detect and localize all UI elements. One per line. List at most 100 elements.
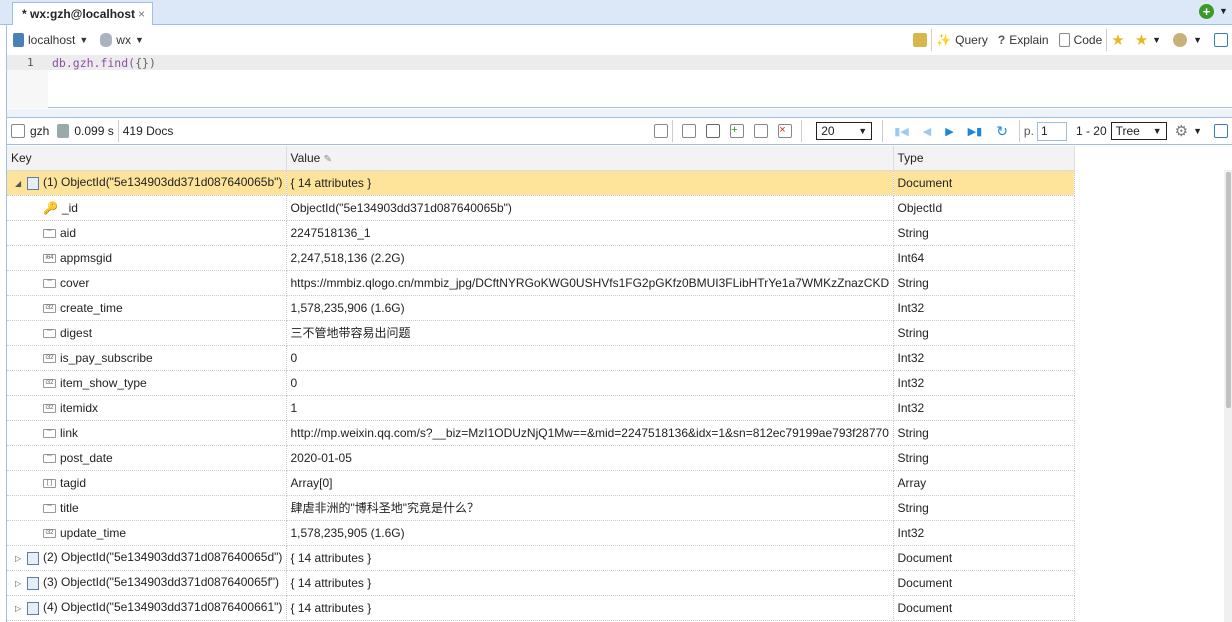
last-page-icon[interactable]: ▶▮ — [968, 125, 983, 138]
chevron-down-icon: ▼ — [858, 126, 868, 136]
value-cell[interactable]: 1,578,235,905 (1.6G) — [286, 520, 894, 546]
key-cell[interactable]: ▷ (4) ObjectId("5e134903dd371d0876400661"… — [7, 595, 287, 621]
key-cell[interactable]: i32 create_time — [7, 295, 287, 321]
value-cell[interactable]: 2020-01-05 — [286, 445, 894, 471]
key-cell[interactable]: "" post_date — [7, 445, 287, 471]
value-cell[interactable]: { 14 attributes } — [286, 545, 894, 571]
query-button[interactable]: ✨ Query — [936, 33, 988, 47]
column-key[interactable]: Key — [7, 146, 287, 171]
delete-document-icon[interactable]: × — [778, 124, 793, 138]
add-document-icon[interactable]: + — [730, 124, 745, 138]
arr-type-icon: [ ] — [43, 478, 56, 488]
field-row[interactable]: "" aid 2247518136_1 String — [7, 220, 1075, 246]
tab-query[interactable]: * wx:gzh@localhost × — [12, 2, 153, 25]
scrollbar-thumb[interactable] — [1226, 172, 1231, 408]
document-row[interactable]: ▷ (2) ObjectId("5e134903dd371d087640065d"… — [7, 545, 1075, 571]
value-cell[interactable]: https://mmbiz.qlogo.cn/mmbiz_jpg/DCftNYR… — [286, 270, 894, 296]
value-cell[interactable]: { 14 attributes } — [286, 570, 894, 596]
field-row[interactable]: "" post_date 2020-01-05 String — [7, 445, 1075, 471]
query-editor[interactable]: 1 db.gzh.find({}) — [7, 55, 1232, 108]
filter-document-icon[interactable] — [706, 124, 721, 138]
value-cell[interactable]: Array[0] — [286, 470, 894, 496]
page-input[interactable]: 1 — [1036, 121, 1067, 141]
host-select[interactable]: localhost ▼ — [13, 33, 88, 47]
favorites-icon[interactable]: ★ — [1135, 31, 1148, 49]
add-favorite-icon[interactable]: ★ — [1111, 31, 1124, 49]
view-document-icon[interactable] — [682, 124, 697, 138]
document-row[interactable]: ◢ (1) ObjectId("5e134903dd371d087640065b"… — [7, 170, 1075, 196]
expand-toggle-icon[interactable]: ▷ — [15, 604, 25, 613]
maximize-icon[interactable] — [1214, 124, 1228, 138]
field-row[interactable]: 🔑 _id ObjectId("5e134903dd371d087640065b")… — [7, 195, 1075, 221]
add-tab-icon[interactable]: + — [1199, 4, 1214, 19]
value-cell[interactable]: ObjectId("5e134903dd371d087640065b") — [286, 195, 894, 221]
view-mode-select[interactable]: Tree ▼ — [1110, 122, 1167, 140]
key-cell[interactable]: 🔑 _id — [7, 195, 287, 221]
chevron-down-icon[interactable]: ▼ — [1193, 35, 1202, 45]
value-cell[interactable]: 2247518136_1 — [286, 220, 894, 246]
splitter[interactable] — [7, 109, 1232, 117]
key-cell[interactable]: "" digest — [7, 320, 287, 346]
key-cell[interactable]: "" aid — [7, 220, 287, 246]
code-button[interactable]: Code — [1058, 33, 1102, 47]
key-cell[interactable]: ◢ (1) ObjectId("5e134903dd371d087640065b"… — [7, 170, 287, 196]
value-cell[interactable]: 肆虐非洲的"博科圣地"究竟是什么？ — [286, 495, 894, 521]
value-cell[interactable]: http://mp.weixin.qq.com/s?__biz=MzI1ODUz… — [286, 420, 894, 446]
expand-toggle-icon[interactable]: ▷ — [15, 554, 25, 563]
key-cell[interactable]: i64 appmsgid — [7, 245, 287, 271]
key-cell[interactable]: i32 update_time — [7, 520, 287, 546]
key-cell[interactable]: "" cover — [7, 270, 287, 296]
value-cell[interactable]: 三不管地带容易出问题 — [286, 320, 894, 346]
close-tab-icon[interactable]: × — [138, 7, 145, 21]
db-select[interactable]: wx ▼ — [100, 33, 144, 47]
document-row[interactable]: ▷ (4) ObjectId("5e134903dd371d0876400661"… — [7, 595, 1075, 621]
field-row[interactable]: "" title 肆虐非洲的"博科圣地"究竟是什么？ String — [7, 495, 1075, 521]
field-row[interactable]: i32 item_show_type 0 Int32 — [7, 370, 1075, 396]
key-cell[interactable]: [ ] tagid — [7, 470, 287, 496]
value-cell[interactable]: 1 — [286, 395, 894, 421]
field-row[interactable]: "" link http://mp.weixin.qq.com/s?__biz=Mz… — [7, 420, 1075, 446]
column-value[interactable]: Value ✎ — [286, 146, 894, 171]
history-icon[interactable] — [1173, 33, 1188, 47]
code-text[interactable]: db.gzh.find({}) — [52, 56, 156, 70]
key-cell[interactable]: "" link — [7, 420, 287, 446]
settings-icon[interactable]: ⚙ — [1175, 122, 1188, 140]
field-row[interactable]: i64 appmsgid 2,247,518,136 (2.2G) Int64 — [7, 245, 1075, 271]
key-cell[interactable]: ▷ (2) ObjectId("5e134903dd371d087640065d"… — [7, 545, 287, 571]
expand-toggle-icon[interactable]: ▷ — [15, 579, 25, 588]
key-cell[interactable]: "" title — [7, 495, 287, 521]
value-cell[interactable]: { 14 attributes } — [286, 170, 894, 196]
chevron-down-icon[interactable]: ▼ — [1219, 6, 1228, 16]
value-cell[interactable]: 0 — [286, 345, 894, 371]
field-row[interactable]: "" cover https://mmbiz.qlogo.cn/mmbiz_jpg/… — [7, 270, 1075, 296]
field-row[interactable]: [ ] tagid Array[0] Array — [7, 470, 1075, 496]
value-cell[interactable]: 1,578,235,906 (1.6G) — [286, 295, 894, 321]
tree-structure-icon[interactable] — [654, 124, 669, 138]
field-row[interactable]: i32 is_pay_subscribe 0 Int32 — [7, 345, 1075, 371]
page-size-select[interactable]: 20 ▼ — [816, 122, 873, 140]
key-cell[interactable]: i32 itemidx — [7, 395, 287, 421]
field-row[interactable]: i32 create_time 1,578,235,906 (1.6G) Int32 — [7, 295, 1075, 321]
collapse-toggle-icon[interactable]: ◢ — [15, 179, 25, 188]
value-cell[interactable]: 0 — [286, 370, 894, 396]
refresh-icon[interactable]: ↻ — [996, 123, 1008, 140]
edit-document-icon[interactable] — [754, 124, 769, 138]
first-page-icon[interactable]: ▮◀ — [894, 125, 909, 138]
chevron-down-icon[interactable]: ▼ — [1152, 35, 1161, 45]
value-cell[interactable]: 2,247,518,136 (2.2G) — [286, 245, 894, 271]
document-row[interactable]: ▷ (3) ObjectId("5e134903dd371d087640065f"… — [7, 570, 1075, 596]
prev-page-icon[interactable]: ◀ — [923, 125, 931, 138]
field-row[interactable]: i32 itemidx 1 Int32 — [7, 395, 1075, 421]
lock-icon[interactable] — [913, 33, 928, 47]
key-cell[interactable]: i32 is_pay_subscribe — [7, 345, 287, 371]
explain-button[interactable]: ? Explain — [998, 33, 1049, 47]
next-page-icon[interactable]: ▶ — [945, 125, 953, 138]
column-type[interactable]: Type — [893, 146, 1075, 171]
maximize-icon[interactable] — [1214, 33, 1228, 47]
key-cell[interactable]: i32 item_show_type — [7, 370, 287, 396]
chevron-down-icon[interactable]: ▼ — [1193, 126, 1202, 136]
field-row[interactable]: i32 update_time 1,578,235,905 (1.6G) Int32 — [7, 520, 1075, 546]
value-cell[interactable]: { 14 attributes } — [286, 595, 894, 621]
field-row[interactable]: "" digest 三不管地带容易出问题 String — [7, 320, 1075, 346]
key-cell[interactable]: ▷ (3) ObjectId("5e134903dd371d087640065f"… — [7, 570, 287, 596]
